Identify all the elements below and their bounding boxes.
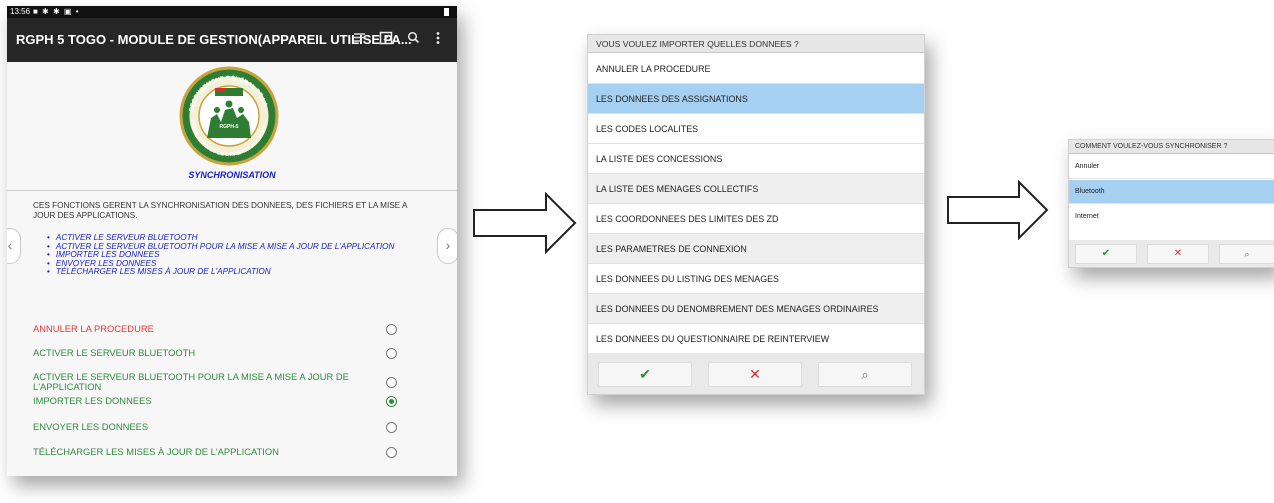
sync-item-annuler[interactable]: Annuler	[1069, 155, 1274, 179]
radio-button[interactable]	[386, 377, 397, 388]
option-label: TÉLÉCHARGER LES MISES À JOUR DE L'APPLIC…	[33, 446, 279, 457]
right-arrow-icon	[473, 192, 577, 254]
cancel-button[interactable]: ✕	[708, 362, 802, 387]
previous-arrow-icon[interactable]: ‹	[7, 228, 21, 264]
logo-badge-text: RGPH-5	[220, 124, 239, 130]
search-icon: ⌕	[1244, 249, 1250, 259]
import-item-reinterview[interactable]: LES DONNEES DU QUESTIONNAIRE DE REINTERV…	[588, 324, 924, 354]
search-icon: ⌕	[861, 367, 869, 382]
import-item-listing-menages[interactable]: LES DONNEES DU LISTING DES MENAGES	[588, 264, 924, 294]
app-bar: RGPH 5 TOGO - MODULE DE GESTION(APPAREIL…	[7, 18, 457, 62]
right-arrow-icon	[947, 180, 1049, 240]
radio-button[interactable]	[386, 422, 397, 433]
dialog-title: COMMENT VOULEZ-VOUS SYNCHRONISER ?	[1069, 140, 1274, 154]
next-arrow-icon[interactable]: ›	[437, 228, 457, 264]
import-dialog: VOUS VOULEZ IMPORTER QUELLES DONNEES ? A…	[587, 34, 925, 395]
dialog-footer: ✔ ✕ ⌕	[1069, 240, 1274, 267]
radio-button[interactable]	[386, 447, 397, 458]
search-button[interactable]: ⌕	[1219, 244, 1274, 264]
search-button[interactable]: ⌕	[818, 362, 912, 387]
status-time: 13:56	[10, 7, 31, 16]
sync-method-dialog: COMMENT VOULEZ-VOUS SYNCHRONISER ? Annul…	[1068, 139, 1274, 268]
sync-item-bluetooth[interactable]: Bluetooth	[1069, 180, 1274, 204]
intro-text: CES FONCTIONS GERENT LA SYNCHRONISATION …	[33, 201, 407, 220]
import-item-menages-collectifs[interactable]: LA LISTE DES MENAGES COLLECTIFS	[588, 174, 924, 204]
import-item-concessions[interactable]: LA LISTE DES CONCESSIONS	[588, 144, 924, 174]
function-item: TÉLÉCHARGER LES MISES À JOUR DE L'APPLIC…	[47, 268, 394, 277]
option-label: ACTIVER LE SERVEUR BLUETOOTH	[33, 347, 196, 358]
screen-content: RECENSEMENT GÉNÉRAL DE LA POPULATION ET …	[7, 62, 457, 476]
import-item-annuler[interactable]: ANNULER LA PROCEDURE	[588, 54, 924, 84]
status-icons: ■ ✱ ✱ ▣ •	[33, 7, 80, 16]
close-icon: ✕	[1173, 248, 1183, 259]
dialog-title: VOUS VOULEZ IMPORTER QUELLES DONNEES ?	[588, 35, 924, 53]
check-icon: ✔	[639, 366, 651, 382]
import-item-assignations[interactable]: LES DONNEES DES ASSIGNATIONS	[588, 84, 924, 114]
battery-icon	[444, 8, 449, 16]
edit-square-icon[interactable]	[379, 31, 393, 48]
close-icon: ✕	[749, 366, 761, 382]
import-item-limites-zd[interactable]: LES COORDONNEES DES LIMITES DES ZD	[588, 204, 924, 234]
radio-button-checked[interactable]	[386, 396, 397, 407]
import-item-parametres-connexion[interactable]: LES PARAMETRES DE CONNEXION	[588, 234, 924, 264]
status-bar: 13:56 ■ ✱ ✱ ▣ •	[7, 6, 457, 18]
menu-lines-icon[interactable]	[353, 31, 367, 48]
import-item-denombrement[interactable]: LES DONNEES DU DENOMBREMENT DES MENAGES …	[588, 294, 924, 324]
option-label: ACTIVER LE SERVEUR BLUETOOTH POUR LA MIS…	[33, 371, 349, 392]
section-title: SYNCHRONISATION	[188, 170, 276, 180]
radio-button[interactable]	[386, 324, 397, 335]
option-label: ANNULER LA PROCEDURE	[33, 323, 154, 334]
function-list: ACTIVER LE SERVEUR BLUETOOTH ACTIVER LE …	[47, 233, 395, 277]
dialog-footer: ✔ ✕ ⌕	[588, 353, 924, 394]
rgph-logo: RECENSEMENT GÉNÉRAL DE LA POPULATION ET …	[177, 66, 281, 166]
option-label: ENVOYER LES DONNEES	[33, 421, 149, 432]
sync-item-internet[interactable]: Internet	[1069, 205, 1274, 229]
cancel-button[interactable]: ✕	[1147, 244, 1209, 264]
radio-button[interactable]	[386, 348, 397, 359]
import-item-codes-localites[interactable]: LES CODES LOCALITES	[588, 114, 924, 144]
divider	[7, 190, 457, 191]
ok-button[interactable]: ✔	[1075, 244, 1137, 264]
sync-screen: 13:56 ■ ✱ ✱ ▣ • RGPH 5 TOGO - MODULE DE …	[7, 6, 457, 476]
check-icon: ✔	[1101, 248, 1111, 259]
ok-button[interactable]: ✔	[598, 362, 692, 387]
option-label: IMPORTER LES DONNEES	[33, 395, 152, 406]
more-vertical-icon[interactable]	[435, 31, 441, 48]
search-icon[interactable]	[407, 31, 420, 47]
